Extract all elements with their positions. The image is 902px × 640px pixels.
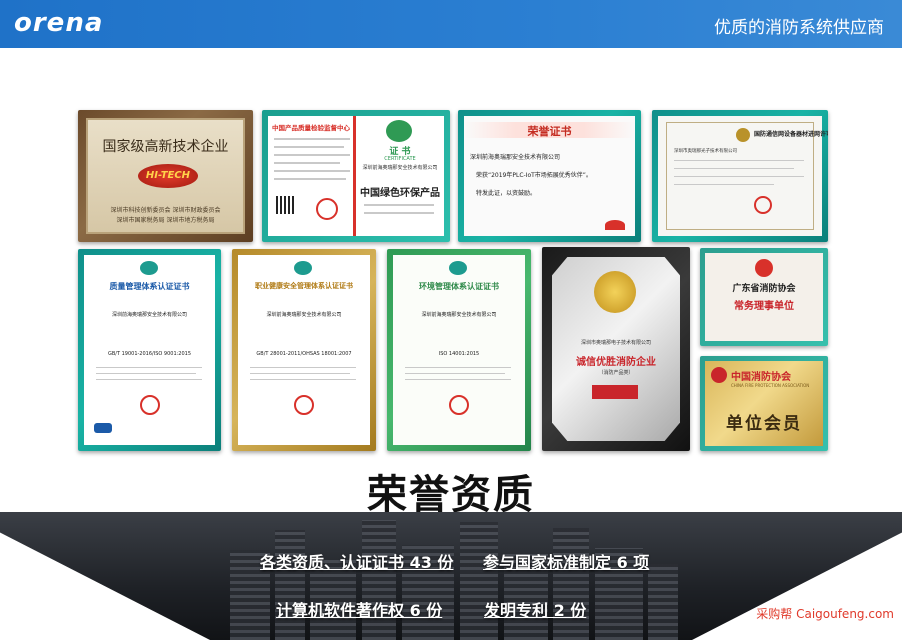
ohsas-company: 深圳前海奥瑞那安全技术有限公司 (266, 312, 342, 318)
guangdong-title: 常务理事单位 (734, 301, 794, 312)
cert-silver-plaque: 深圳市奥瑞那电子技术有限公司 诚信优胜消防企业 （消防产品类） (542, 247, 690, 451)
china-fire-org: 中国消防协会 (731, 372, 791, 383)
ohsas-standard: GB/T 28001-2011/OHSAS 18001:2007 (256, 351, 352, 357)
cert-logo-icon (449, 261, 467, 275)
license-title: 国防通信网设备器材进网许可证 (754, 131, 828, 138)
stat-national-standards: 参与国家标准制定 6 项 (483, 553, 650, 572)
stat-invention-patents: 发明专利 2 份 (484, 601, 587, 620)
right-cert-company: 深圳前海奥瑞那安全技术有限公司 (362, 165, 438, 171)
cnas-logo-icon (94, 423, 112, 433)
china-fire-org-en: CHINA FIRE PROTECTION ASSOCIATION (731, 383, 810, 388)
cert-china-fire: 中国消防协会 CHINA FIRE PROTECTION ASSOCIATION… (700, 356, 828, 451)
china-fire-title: 单位会员 (726, 414, 802, 434)
iso14001-title: 环境管理体系认证证书 (419, 282, 499, 291)
orena-logo[interactable]: orena (14, 8, 103, 38)
cert-green-product: 中国产品质量检验监督中心 证 书 CERTIFICATE 深圳前海奥瑞那安全技术… (262, 110, 450, 242)
hi-tech-badge: HI-TECH (138, 164, 198, 188)
red-seal-icon (140, 395, 160, 415)
plaque-award: 诚信优胜消防企业 (576, 357, 656, 368)
iso14001-standard: ISO 14001:2015 (438, 351, 480, 357)
cert-iso-9001: 质量管理体系认证证书 深圳前海奥瑞那安全技术有限公司 GB/T 19001-20… (78, 249, 221, 451)
cert-logo-icon (294, 261, 312, 275)
cert-logo-icon (140, 261, 158, 275)
red-seal-icon (316, 198, 338, 220)
cert-network-license: 国防通信网设备器材进网许可证 深圳市奥瑞那光子技术有限公司 (652, 110, 828, 242)
honor-company: 深圳前海奥瑞那安全技术有限公司 (470, 154, 561, 161)
plaque-company: 深圳市奥瑞那电子技术有限公司 (580, 340, 651, 346)
stat-software-copyright: 计算机软件著作权 6 份 (276, 601, 443, 620)
cert-honor-plc-iot: 荣誉证书 深圳前海奥瑞那安全技术有限公司 荣获“2019年PLC-IoT市场拓展… (458, 110, 641, 242)
red-label-block (592, 385, 638, 399)
plaque-issuer: 深圳市科技创新委员会 深圳市财政委员会 深圳市国家税务局 深圳市地方税务局 (110, 207, 221, 224)
guangdong-org: 广东省消防协会 (732, 284, 796, 294)
header-bar: orena 优质的消防系统供应商 (0, 0, 902, 48)
cert-iso-14001: 环境管理体系认证证书 深圳前海奥瑞那安全技术有限公司 ISO 14001:201… (387, 249, 531, 451)
cert-guangdong-fire: 广东省消防协会 常务理事单位 (700, 248, 828, 346)
license-company: 深圳市奥瑞那光子技术有限公司 (674, 149, 737, 154)
fire-association-emblem-icon (755, 259, 773, 277)
iso14001-company: 深圳前海奥瑞那安全技术有限公司 (421, 312, 497, 318)
cert-ohsas-18001: 职业健康安全管理体系认证证书 深圳前海奥瑞那安全技术有限公司 GB/T 2800… (232, 249, 376, 451)
iso9001-title: 质量管理体系认证证书 (109, 282, 190, 291)
honor-body: 荣获“2019年PLC-IoT市场拓展优秀伙伴”。 (476, 172, 592, 179)
iso9001-company: 深圳前海奥瑞那安全技术有限公司 (111, 312, 187, 318)
right-cert-subtitle: CERTIFICATE (384, 156, 416, 162)
cert-high-tech-plaque: 国家级高新技术企业 HI-TECH 深圳市科技创新委员会 深圳市财政委员会 深圳… (78, 110, 253, 242)
iso9001-standard: GB/T 19001-2016/ISO 9001:2015 (107, 351, 192, 357)
china-fire-emblem-icon (711, 367, 727, 383)
red-seal-icon (754, 196, 772, 214)
header-tagline: 优质的消防系统供应商 (714, 18, 884, 38)
plaque-award-sub: （消防产品类） (598, 370, 634, 376)
honor-title: 荣誉证书 (527, 125, 572, 138)
ohsas-title: 职业健康安全管理体系认证证书 (255, 282, 353, 290)
left-cert-title: 中国产品质量检验监督中心 (272, 124, 350, 132)
watermark-text: 采购帮 Caigoufeng.com (756, 607, 894, 621)
red-seal-icon (294, 395, 314, 415)
huawei-logo-icon (605, 220, 625, 230)
green-product-label: 中国绿色环保产品 (360, 188, 440, 199)
red-seal-icon (449, 395, 469, 415)
green-emblem-icon (386, 120, 412, 142)
plaque-title: 国家级高新技术企业 (102, 139, 229, 155)
city-banner: 各类资质、认证证书 43 份 参与国家标准制定 6 项 计算机软件著作权 6 份… (0, 512, 902, 640)
qr-code-icon (276, 196, 294, 214)
gold-medal-icon (594, 271, 636, 313)
honor-note: 特发此证，以资鼓励。 (476, 190, 537, 197)
stat-certificates: 各类资质、认证证书 43 份 (260, 553, 454, 572)
national-emblem-icon (736, 128, 750, 142)
